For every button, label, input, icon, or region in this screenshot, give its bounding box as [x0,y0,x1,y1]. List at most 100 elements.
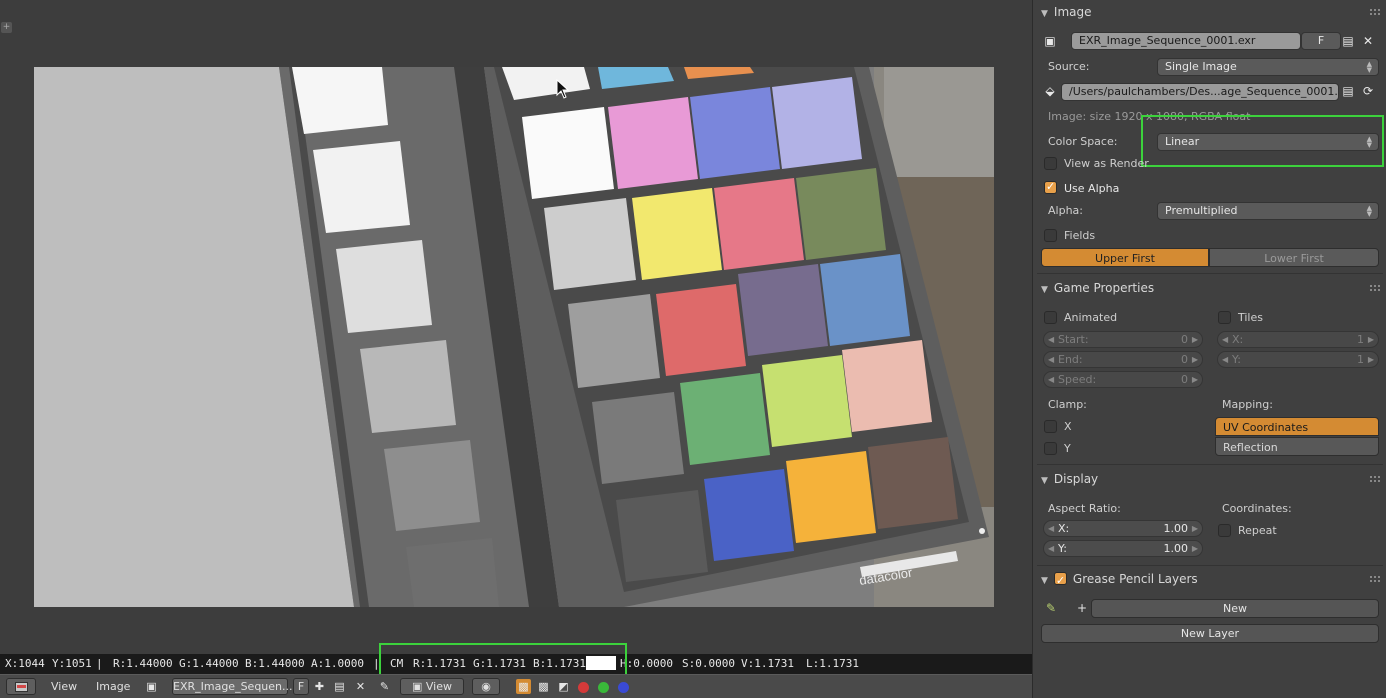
speed-field[interactable]: ◀ Speed: 0 ▶ [1043,371,1203,388]
aspect-y-field[interactable]: ◀ Y: 1.00 ▶ [1043,540,1203,557]
increment-arrow-icon: ▶ [1191,524,1198,533]
clamp-x-label: X [1064,420,1072,433]
grease-pencil-section-header[interactable]: ▼Grease Pencil Layers [1041,569,1198,591]
blue-channel-icon[interactable] [618,682,629,693]
region-expand-icon[interactable]: + [1,22,12,33]
select-arrows-icon: ▲ ▼ [1366,204,1372,218]
pivot-menu[interactable]: ◉ [472,678,500,695]
aspect-x-field[interactable]: ◀ X: 1.00 ▶ [1043,520,1203,537]
use-alpha-checkbox[interactable] [1044,180,1057,194]
aspect-ratio-label: Aspect Ratio: [1048,502,1121,515]
filepath-field[interactable]: /Users/paulchambers/Des...age_Sequence_0… [1061,83,1339,101]
pencil-icon[interactable]: ✎ [1042,599,1060,617]
image-canvas[interactable]: datacolor [34,67,994,607]
use-alpha-label: Use Alpha [1064,182,1120,195]
pixel-g: G:1.44000 [179,657,239,670]
increment-arrow-icon: ▶ [1367,335,1374,344]
new-image-icon[interactable]: ✚ [312,679,327,694]
start-field[interactable]: ◀ Start: 0 ▶ [1043,331,1203,348]
editor-type-menu[interactable] [6,678,36,695]
fields-label: Fields [1064,229,1096,242]
tiles-x-field[interactable]: ◀ X: 1 ▶ [1217,331,1379,348]
panel-grip-icon[interactable] [1370,9,1380,15]
upper-first-toggle[interactable]: Upper First [1041,248,1209,267]
z-buffer-icon[interactable]: ◩ [556,679,571,694]
alpha-checker-icon[interactable]: ▩ [536,679,551,694]
expand-triangle-icon: ▼ [1041,9,1048,19]
separator: | [96,657,103,670]
pixel-v: V:1.1731 [741,657,794,670]
fake-user-button[interactable]: F [293,678,309,695]
tiles-y-field[interactable]: ◀ Y: 1 ▶ [1217,351,1379,368]
game-properties-section-header[interactable]: ▼ Game Properties [1041,278,1154,298]
source-label: Source: [1048,60,1090,73]
image-browse-icon[interactable]: ▣ [144,679,159,694]
view-mode-menu[interactable]: ▣ View [400,678,464,695]
image-browse-icon[interactable]: ▣ [1041,32,1059,50]
properties-panel: ▼ Image ▣ EXR_Image_Sequence_0001.exr F ▤… [1032,0,1386,698]
pin-icon[interactable]: ✎ [377,679,392,694]
tiles-label: Tiles [1238,311,1263,324]
increment-arrow-icon: ▶ [1191,355,1198,364]
pixel-x: X:1044 [5,657,45,670]
mapping-label: Mapping: [1222,398,1273,411]
image-menu[interactable]: Image [96,679,130,695]
color-alpha-icon[interactable]: ▩ [516,679,531,694]
view-menu[interactable]: View [51,679,77,695]
lower-first-toggle[interactable]: Lower First [1209,248,1379,267]
file-browse-icon[interactable]: ▤ [1339,82,1357,100]
divider [1037,273,1383,274]
clamp-y-label: Y [1064,442,1071,455]
image-section-header[interactable]: ▼ Image [1041,2,1092,22]
mapping-reflection[interactable]: Reflection [1215,437,1379,456]
image-mode-icon: ▣ [412,680,426,693]
clamp-y-checkbox[interactable] [1044,442,1057,455]
view-as-render-checkbox[interactable] [1044,157,1057,170]
fields-checkbox[interactable] [1044,229,1057,242]
pixel-b: B:1.44000 [245,657,305,670]
mapping-uv-coordinates[interactable]: UV Coordinates [1215,417,1379,436]
pixel-h: H:0.0000 [620,657,673,670]
image-name-field[interactable]: EXR_Image_Sequen... [172,678,293,695]
tiles-checkbox[interactable] [1218,311,1231,324]
red-channel-icon[interactable] [578,682,589,693]
increment-arrow-icon: ▶ [1191,544,1198,553]
expand-triangle-icon: ▼ [1041,576,1048,586]
animated-checkbox[interactable] [1044,311,1057,324]
add-icon[interactable]: + [1073,599,1091,617]
new-layer-button[interactable]: New Layer [1041,624,1379,643]
color-checker-photo: datacolor [34,67,994,607]
filepath-icon: ⬙ [1045,84,1055,98]
repeat-checkbox[interactable] [1218,524,1231,537]
display-section-header[interactable]: ▼ Display [1041,469,1098,489]
alpha-label: Alpha: [1048,204,1083,217]
highlight-box-color-space [1141,115,1384,167]
open-image-icon[interactable]: ▤ [332,679,347,694]
editor-header: View Image ▣ EXR_Image_Sequen... F ✚ ▤ ✕… [0,674,1032,698]
panel-grip-icon[interactable] [1370,576,1380,582]
view-as-render-label: View as Render [1064,157,1149,170]
decrement-arrow-icon: ◀ [1048,524,1055,533]
source-select[interactable]: Single Image ▲ ▼ [1157,58,1379,76]
increment-arrow-icon: ▶ [1367,355,1374,364]
panel-grip-icon[interactable] [1370,476,1380,482]
image-name-field[interactable]: EXR_Image_Sequence_0001.exr [1071,32,1301,50]
select-arrows-icon: ▲ ▼ [1366,60,1372,74]
pixel-a: A:1.0000 [311,657,364,670]
reload-icon[interactable]: ⟳ [1359,82,1377,100]
clamp-x-checkbox[interactable] [1044,420,1057,433]
increment-arrow-icon: ▶ [1191,335,1198,344]
green-channel-icon[interactable] [598,682,609,693]
fake-user-button[interactable]: F [1301,32,1341,50]
image-editor-viewport[interactable]: + datacolor [0,0,1032,654]
new-grease-pencil-button[interactable]: New [1091,599,1379,618]
close-icon[interactable]: ✕ [1359,32,1377,50]
unlink-image-icon[interactable]: ✕ [353,679,368,694]
mouse-cursor-icon [556,79,570,99]
open-image-icon[interactable]: ▤ [1339,32,1357,50]
decrement-arrow-icon: ◀ [1048,375,1055,384]
alpha-mode-select[interactable]: Premultiplied ▲ ▼ [1157,202,1379,220]
end-field[interactable]: ◀ End: 0 ▶ [1043,351,1203,368]
panel-grip-icon[interactable] [1370,285,1380,291]
grease-pencil-toggle-checkbox[interactable] [1053,571,1067,591]
